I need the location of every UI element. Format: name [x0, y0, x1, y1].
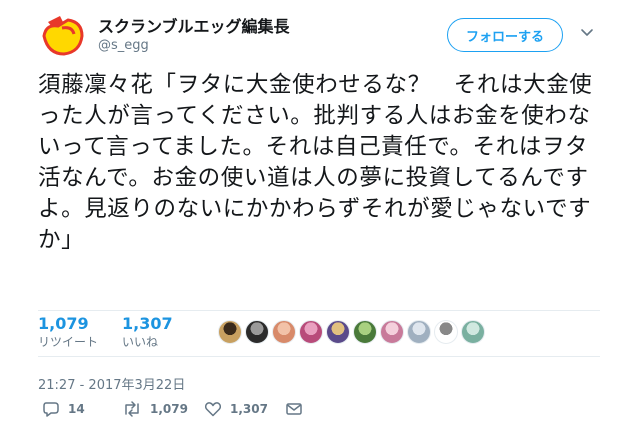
reply-icon — [43, 402, 59, 417]
reply-count: 14 — [68, 402, 85, 416]
retweet-count: 1,079 — [150, 402, 188, 416]
reply-button[interactable]: 14 — [42, 398, 85, 420]
retweet-icon — [125, 401, 139, 417]
stats-divider-bottom — [38, 356, 600, 357]
follow-button[interactable]: フォローする — [447, 18, 563, 52]
direct-message-button[interactable] — [285, 398, 303, 420]
tweet-text: 須藤凜々花「ヲタに大金使わせるな？ それは大金使った人が言ってください。批判する… — [38, 72, 593, 253]
tweet-timestamp[interactable]: 21:27 - 2017年3月22日 — [38, 374, 185, 393]
retweet-button[interactable]: 1,079 — [122, 398, 188, 420]
follow-button-label: フォローする — [465, 29, 544, 45]
liker-avatar[interactable] — [218, 320, 242, 344]
chevron-down-icon[interactable] — [580, 24, 594, 38]
retweet-stat-label: リツイート — [38, 335, 99, 349]
liker-avatar[interactable] — [380, 320, 404, 344]
liker-avatar[interactable] — [407, 320, 431, 344]
like-count: 1,307 — [230, 402, 268, 416]
liker-avatar[interactable] — [245, 320, 269, 344]
liker-avatar[interactable] — [461, 320, 485, 344]
author-avatar[interactable] — [38, 10, 88, 60]
liker-avatar[interactable] — [434, 320, 458, 344]
stats-divider-top — [38, 310, 600, 311]
like-stat-label: いいね — [122, 335, 159, 349]
author-handle[interactable]: @s_egg — [98, 38, 149, 53]
like-button[interactable]: 1,307 — [204, 398, 268, 420]
retweet-stat-count: 1,079 — [38, 314, 89, 333]
liker-avatar[interactable] — [272, 320, 296, 344]
egg-logo-icon — [38, 10, 88, 60]
heart-icon — [204, 402, 222, 417]
liker-avatars — [218, 320, 485, 346]
envelope-icon — [286, 403, 302, 415]
retweet-stat[interactable]: 1,079 リツイート — [38, 314, 98, 350]
author-display-name[interactable]: スクランブルエッグ編集長 — [98, 13, 290, 37]
liker-avatar[interactable] — [353, 320, 377, 344]
like-stat[interactable]: 1,307 いいね — [122, 314, 173, 350]
like-stat-count: 1,307 — [122, 314, 173, 333]
liker-avatar[interactable] — [326, 320, 350, 344]
liker-avatar[interactable] — [299, 320, 323, 344]
